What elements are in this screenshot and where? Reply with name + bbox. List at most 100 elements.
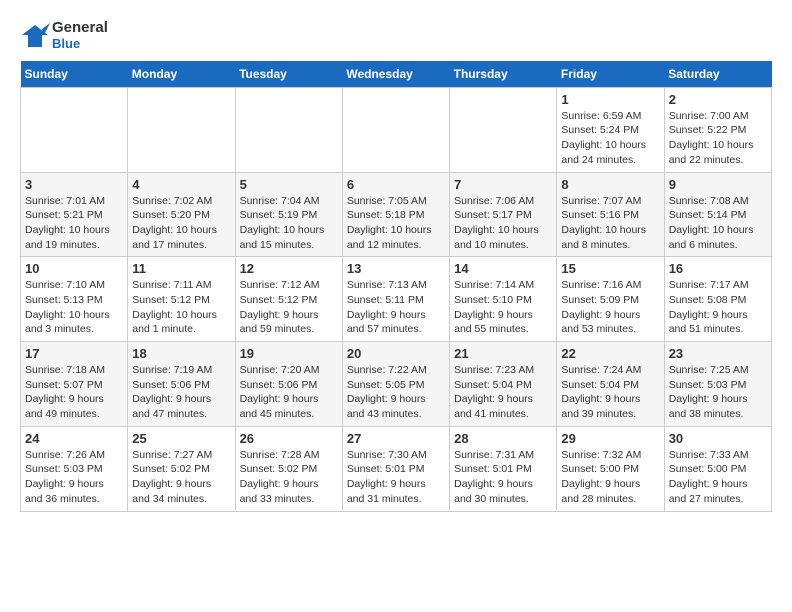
calendar-cell: 30 Sunrise: 7:33 AM Sunset: 5:00 PM Dayli… bbox=[664, 426, 771, 511]
day-number: 22 bbox=[561, 346, 659, 361]
calendar-cell: 3Sunrise: 7:01 AM Sunset: 5:21 PM Daylig… bbox=[21, 172, 128, 257]
weekday-header-saturday: Saturday bbox=[664, 61, 771, 88]
calendar-week-row: 24 Sunrise: 7:26 AM Sunset: 5:03 PM Dayli… bbox=[21, 426, 772, 511]
calendar-header: SundayMondayTuesdayWednesdayThursdayFrid… bbox=[21, 61, 772, 88]
calendar-table: SundayMondayTuesdayWednesdayThursdayFrid… bbox=[20, 61, 772, 512]
day-number: 8 bbox=[561, 177, 659, 192]
day-info: Sunrise: 7:08 AM Sunset: 5:14 PM Dayligh… bbox=[669, 194, 767, 253]
calendar-cell: 24 Sunrise: 7:26 AM Sunset: 5:03 PM Dayli… bbox=[21, 426, 128, 511]
calendar-cell: 18 Sunrise: 7:19 AM Sunset: 5:06 PM Dayli… bbox=[128, 342, 235, 427]
day-info: Sunrise: 7:10 AM Sunset: 5:13 PM Dayligh… bbox=[25, 278, 123, 337]
day-number: 24 bbox=[25, 431, 123, 446]
day-info: Sunrise: 7:04 AM Sunset: 5:19 PM Dayligh… bbox=[240, 194, 338, 253]
day-number: 6 bbox=[347, 177, 445, 192]
calendar-cell: 25 Sunrise: 7:27 AM Sunset: 5:02 PM Dayli… bbox=[128, 426, 235, 511]
day-number: 30 bbox=[669, 431, 767, 446]
day-number: 27 bbox=[347, 431, 445, 446]
day-number: 26 bbox=[240, 431, 338, 446]
calendar-week-row: 10 Sunrise: 7:10 AM Sunset: 5:13 PM Dayli… bbox=[21, 257, 772, 342]
day-info: Sunrise: 7:32 AM Sunset: 5:00 PM Dayligh… bbox=[561, 448, 659, 507]
weekday-header-row: SundayMondayTuesdayWednesdayThursdayFrid… bbox=[21, 61, 772, 88]
day-info: Sunrise: 7:25 AM Sunset: 5:03 PM Dayligh… bbox=[669, 363, 767, 422]
day-info: Sunrise: 7:20 AM Sunset: 5:06 PM Dayligh… bbox=[240, 363, 338, 422]
day-info: Sunrise: 7:07 AM Sunset: 5:16 PM Dayligh… bbox=[561, 194, 659, 253]
calendar-cell bbox=[450, 87, 557, 172]
day-info: Sunrise: 7:05 AM Sunset: 5:18 PM Dayligh… bbox=[347, 194, 445, 253]
day-number: 5 bbox=[240, 177, 338, 192]
calendar-cell: 19 Sunrise: 7:20 AM Sunset: 5:06 PM Dayli… bbox=[235, 342, 342, 427]
logo: General Blue bbox=[20, 20, 108, 51]
calendar-cell: 5 Sunrise: 7:04 AM Sunset: 5:19 PM Daylig… bbox=[235, 172, 342, 257]
day-info: Sunrise: 7:01 AM Sunset: 5:21 PM Dayligh… bbox=[25, 194, 123, 253]
calendar-cell: 12Sunrise: 7:12 AM Sunset: 5:12 PM Dayli… bbox=[235, 257, 342, 342]
weekday-header-tuesday: Tuesday bbox=[235, 61, 342, 88]
day-info: Sunrise: 7:00 AM Sunset: 5:22 PM Dayligh… bbox=[669, 109, 767, 168]
calendar-cell bbox=[21, 87, 128, 172]
day-number: 18 bbox=[132, 346, 230, 361]
day-number: 16 bbox=[669, 261, 767, 276]
calendar-cell: 4Sunrise: 7:02 AM Sunset: 5:20 PM Daylig… bbox=[128, 172, 235, 257]
calendar-cell bbox=[342, 87, 449, 172]
calendar-cell: 21Sunrise: 7:23 AM Sunset: 5:04 PM Dayli… bbox=[450, 342, 557, 427]
day-number: 14 bbox=[454, 261, 552, 276]
day-number: 15 bbox=[561, 261, 659, 276]
calendar-cell: 27 Sunrise: 7:30 AM Sunset: 5:01 PM Dayli… bbox=[342, 426, 449, 511]
day-number: 13 bbox=[347, 261, 445, 276]
logo-text-block: General Blue bbox=[20, 20, 108, 51]
weekday-header-wednesday: Wednesday bbox=[342, 61, 449, 88]
logo-bird-icon bbox=[20, 21, 48, 49]
calendar-cell: 29Sunrise: 7:32 AM Sunset: 5:00 PM Dayli… bbox=[557, 426, 664, 511]
calendar-week-row: 17Sunrise: 7:18 AM Sunset: 5:07 PM Dayli… bbox=[21, 342, 772, 427]
day-number: 10 bbox=[25, 261, 123, 276]
weekday-header-thursday: Thursday bbox=[450, 61, 557, 88]
day-info: Sunrise: 7:13 AM Sunset: 5:11 PM Dayligh… bbox=[347, 278, 445, 337]
day-info: Sunrise: 7:27 AM Sunset: 5:02 PM Dayligh… bbox=[132, 448, 230, 507]
day-info: Sunrise: 7:17 AM Sunset: 5:08 PM Dayligh… bbox=[669, 278, 767, 337]
calendar-cell: 17Sunrise: 7:18 AM Sunset: 5:07 PM Dayli… bbox=[21, 342, 128, 427]
calendar-cell: 28 Sunrise: 7:31 AM Sunset: 5:01 PM Dayli… bbox=[450, 426, 557, 511]
calendar-cell: 8 Sunrise: 7:07 AM Sunset: 5:16 PM Daylig… bbox=[557, 172, 664, 257]
day-number: 28 bbox=[454, 431, 552, 446]
page-header: General Blue bbox=[20, 20, 772, 51]
calendar-week-row: 1Sunrise: 6:59 AM Sunset: 5:24 PM Daylig… bbox=[21, 87, 772, 172]
day-info: Sunrise: 7:19 AM Sunset: 5:06 PM Dayligh… bbox=[132, 363, 230, 422]
day-info: Sunrise: 7:06 AM Sunset: 5:17 PM Dayligh… bbox=[454, 194, 552, 253]
day-info: Sunrise: 7:23 AM Sunset: 5:04 PM Dayligh… bbox=[454, 363, 552, 422]
day-number: 9 bbox=[669, 177, 767, 192]
day-info: Sunrise: 7:31 AM Sunset: 5:01 PM Dayligh… bbox=[454, 448, 552, 507]
calendar-cell bbox=[235, 87, 342, 172]
day-number: 19 bbox=[240, 346, 338, 361]
day-number: 23 bbox=[669, 346, 767, 361]
calendar-cell: 2Sunrise: 7:00 AM Sunset: 5:22 PM Daylig… bbox=[664, 87, 771, 172]
logo-general: General bbox=[52, 20, 108, 37]
day-info: Sunrise: 7:26 AM Sunset: 5:03 PM Dayligh… bbox=[25, 448, 123, 507]
day-number: 17 bbox=[25, 346, 123, 361]
day-info: Sunrise: 7:33 AM Sunset: 5:00 PM Dayligh… bbox=[669, 448, 767, 507]
day-info: Sunrise: 7:24 AM Sunset: 5:04 PM Dayligh… bbox=[561, 363, 659, 422]
calendar-cell: 26 Sunrise: 7:28 AM Sunset: 5:02 PM Dayli… bbox=[235, 426, 342, 511]
day-info: Sunrise: 7:30 AM Sunset: 5:01 PM Dayligh… bbox=[347, 448, 445, 507]
day-number: 25 bbox=[132, 431, 230, 446]
calendar-cell: 14 Sunrise: 7:14 AM Sunset: 5:10 PM Dayli… bbox=[450, 257, 557, 342]
calendar-cell: 13 Sunrise: 7:13 AM Sunset: 5:11 PM Dayli… bbox=[342, 257, 449, 342]
calendar-cell bbox=[128, 87, 235, 172]
calendar-cell: 1Sunrise: 6:59 AM Sunset: 5:24 PM Daylig… bbox=[557, 87, 664, 172]
calendar-cell: 22 Sunrise: 7:24 AM Sunset: 5:04 PM Dayli… bbox=[557, 342, 664, 427]
calendar-cell: 15Sunrise: 7:16 AM Sunset: 5:09 PM Dayli… bbox=[557, 257, 664, 342]
calendar-cell: 20 Sunrise: 7:22 AM Sunset: 5:05 PM Dayli… bbox=[342, 342, 449, 427]
calendar-cell: 23 Sunrise: 7:25 AM Sunset: 5:03 PM Dayli… bbox=[664, 342, 771, 427]
weekday-header-friday: Friday bbox=[557, 61, 664, 88]
day-info: Sunrise: 7:28 AM Sunset: 5:02 PM Dayligh… bbox=[240, 448, 338, 507]
calendar-cell: 6 Sunrise: 7:05 AM Sunset: 5:18 PM Daylig… bbox=[342, 172, 449, 257]
weekday-header-monday: Monday bbox=[128, 61, 235, 88]
day-info: Sunrise: 7:12 AM Sunset: 5:12 PM Dayligh… bbox=[240, 278, 338, 337]
calendar-cell: 9 Sunrise: 7:08 AM Sunset: 5:14 PM Daylig… bbox=[664, 172, 771, 257]
calendar-cell: 16 Sunrise: 7:17 AM Sunset: 5:08 PM Dayli… bbox=[664, 257, 771, 342]
calendar-cell: 10 Sunrise: 7:10 AM Sunset: 5:13 PM Dayli… bbox=[21, 257, 128, 342]
logo-blue: Blue bbox=[52, 37, 108, 51]
day-number: 20 bbox=[347, 346, 445, 361]
weekday-header-sunday: Sunday bbox=[21, 61, 128, 88]
day-number: 4 bbox=[132, 177, 230, 192]
day-info: Sunrise: 7:22 AM Sunset: 5:05 PM Dayligh… bbox=[347, 363, 445, 422]
day-info: Sunrise: 7:14 AM Sunset: 5:10 PM Dayligh… bbox=[454, 278, 552, 337]
